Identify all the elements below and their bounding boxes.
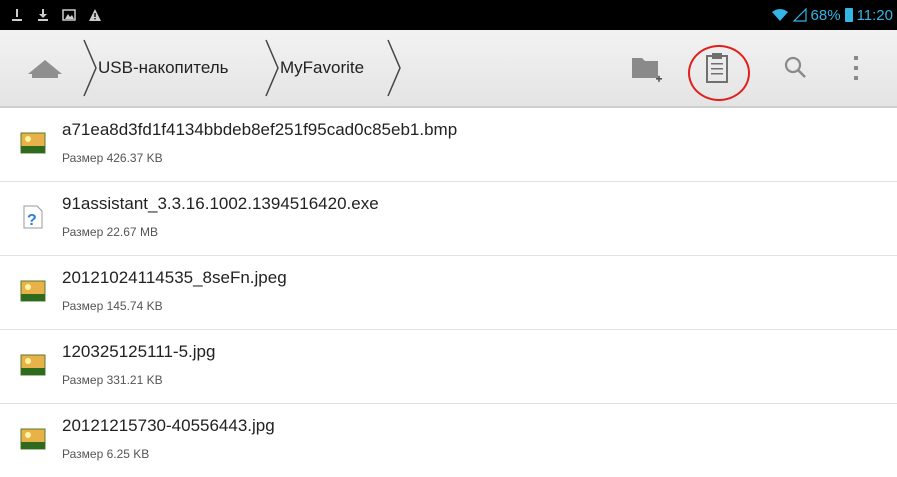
wifi-icon (771, 9, 788, 21)
file-name: a71ea8d3fd1f4134bbdeb8ef251f95cad0c85eb1… (62, 120, 458, 139)
status-bar: 68% 11:20 (0, 0, 897, 30)
system-status: 68% 11:20 (771, 6, 893, 24)
warning-icon (89, 9, 101, 21)
list-item[interactable]: 20121024114535_8seFn.jpeg Размер 145.74 … (0, 256, 897, 330)
highlight-circle (688, 45, 750, 101)
file-size: Размер 426.37 KB (62, 151, 163, 165)
file-name: 120325125111-5.jpg (62, 342, 216, 361)
download-icon (38, 9, 48, 21)
file-name: 20121215730-40556443.jpg (62, 416, 275, 435)
file-name: 91assistant_3.3.16.1002.1394516420.exe (62, 194, 379, 213)
battery-icon (844, 8, 853, 22)
clock: 11:20 (856, 6, 893, 24)
image-file-icon (20, 132, 46, 154)
file-size: Размер 6.25 KB (62, 447, 150, 461)
breadcrumb-usb-storage[interactable]: USB-накопитель (98, 40, 229, 96)
usb-debug-icon (12, 9, 22, 21)
breadcrumb-separator (387, 39, 401, 97)
file-size: Размер 145.74 KB (62, 299, 163, 313)
file-size: Размер 22.67 MB (62, 225, 158, 239)
breadcrumb-label: USB-накопитель (98, 58, 229, 77)
svg-text:?: ? (27, 212, 37, 229)
list-item[interactable]: 120325125111-5.jpg Размер 331.21 KB (0, 330, 897, 404)
file-size: Размер 331.21 KB (62, 373, 163, 387)
list-item[interactable]: 20121215730-40556443.jpg Размер 6.25 KB (0, 404, 897, 477)
overflow-menu-icon[interactable] (844, 48, 868, 88)
unknown-file-icon: ? (23, 205, 43, 229)
file-name: 20121024114535_8seFn.jpeg (62, 268, 287, 287)
breadcrumb-separator (265, 39, 279, 97)
list-item[interactable]: a71ea8d3fd1f4134bbdeb8ef251f95cad0c85eb1… (0, 108, 897, 182)
image-icon (62, 9, 76, 21)
breadcrumb-separator (83, 39, 97, 97)
action-bar: USB-накопитель MyFavorite (0, 30, 897, 108)
image-file-icon (20, 280, 46, 302)
notification-icons (10, 6, 102, 24)
new-folder-icon[interactable] (626, 48, 666, 88)
search-icon[interactable] (776, 48, 816, 88)
file-list: a71ea8d3fd1f4134bbdeb8ef251f95cad0c85eb1… (0, 108, 897, 477)
image-file-icon (20, 428, 46, 450)
battery-percent: 68% (810, 6, 841, 24)
home-icon[interactable] (20, 50, 70, 90)
breadcrumb-myfavorite[interactable]: MyFavorite (280, 40, 364, 96)
signal-icon (792, 8, 807, 22)
breadcrumb-label: MyFavorite (280, 58, 365, 77)
image-file-icon (20, 354, 46, 376)
list-item[interactable]: ? 91assistant_3.3.16.1002.1394516420.exe… (0, 182, 897, 256)
